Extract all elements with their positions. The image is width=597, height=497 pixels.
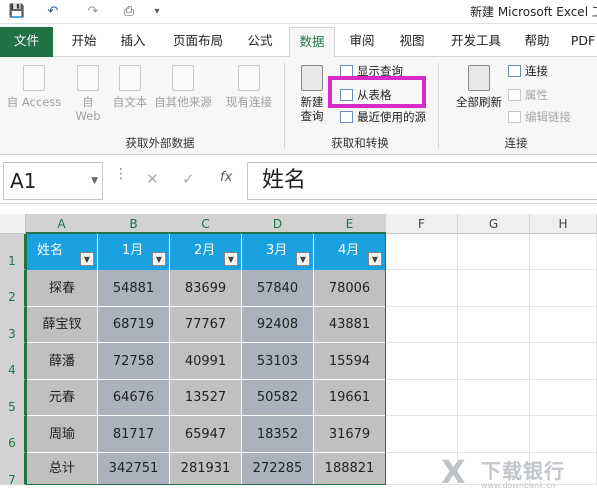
access-icon — [23, 65, 45, 91]
cell[interactable] — [458, 270, 530, 307]
text-file-icon — [119, 65, 141, 91]
tab-home[interactable]: 开始 — [62, 27, 106, 57]
cell[interactable] — [530, 270, 597, 307]
properties-button[interactable]: 属性 — [508, 87, 548, 103]
formula-bar: A1 ▼ ⋮ ✕ ✓ fx 姓名 — [0, 160, 597, 204]
tab-help[interactable]: 帮助 — [516, 27, 558, 57]
new-query-button[interactable]: 新建 查询 — [292, 65, 332, 123]
ribbon: 自 Access 自 Web 自文本 自其他来源 现有连接 获取外部数据 新建 … — [0, 57, 597, 155]
from-web-button[interactable]: 自 Web — [68, 65, 108, 123]
refresh-all-button[interactable]: 全部刷新 — [450, 65, 508, 109]
window-title: 新建 Microsoft Excel 工 — [470, 5, 597, 19]
connections-icon — [508, 65, 521, 77]
row-header-4[interactable]: 4 — [0, 343, 26, 380]
group-divider — [284, 63, 285, 149]
column-header-c[interactable]: C — [170, 214, 242, 234]
name-box[interactable]: A1 ▼ — [3, 162, 103, 200]
watermark: X 下载银行 www.downbank.cn — [437, 453, 597, 493]
cell[interactable] — [458, 234, 530, 270]
customize-qat-icon[interactable]: ▾ — [148, 3, 166, 20]
save-icon[interactable]: 💾 — [8, 3, 26, 20]
properties-icon — [508, 89, 521, 101]
column-header-e[interactable]: E — [314, 214, 386, 234]
tab-data[interactable]: 数据 — [289, 27, 335, 58]
row-header-2[interactable]: 2 — [0, 270, 26, 307]
column-header-f[interactable]: F — [386, 214, 458, 234]
from-text-button[interactable]: 自文本 — [108, 65, 152, 109]
cell[interactable] — [530, 416, 597, 453]
tab-formulas[interactable]: 公式 — [240, 27, 280, 57]
group-divider — [438, 63, 439, 149]
from-access-button[interactable]: 自 Access — [4, 65, 64, 109]
chevron-down-icon[interactable]: ▼ — [91, 163, 98, 199]
tab-view[interactable]: 视图 — [392, 27, 432, 57]
row-header-7[interactable]: 7 — [0, 453, 26, 487]
other-sources-icon — [172, 65, 194, 91]
edit-links-icon — [508, 111, 521, 123]
watermark-text: 下载银行 — [481, 459, 565, 483]
row-header-5[interactable]: 5 — [0, 380, 26, 416]
connections-button[interactable]: 连接 — [508, 63, 548, 79]
row-header-1[interactable]: 1 — [0, 234, 26, 270]
cell[interactable] — [458, 343, 530, 380]
get-external-data-group-label: 获取外部数据 — [125, 136, 195, 150]
tab-file[interactable]: 文件 — [0, 27, 53, 57]
recent-sources-icon — [340, 111, 353, 123]
existing-connections-button[interactable]: 现有连接 — [222, 65, 276, 109]
formula-input[interactable]: 姓名 — [247, 162, 597, 200]
column-header-a[interactable]: A — [26, 214, 98, 234]
title-bar: 💾 ↶ ↷ ⎙ ▾ 新建 Microsoft Excel 工 — [0, 0, 597, 24]
new-query-icon — [301, 65, 323, 91]
column-header-d[interactable]: D — [242, 214, 314, 234]
print-preview-icon[interactable]: ⎙ — [120, 3, 138, 20]
cell[interactable] — [530, 307, 597, 343]
from-table-highlight — [328, 76, 426, 108]
watermark-url: www.downbank.cn — [481, 481, 556, 490]
row-header-6[interactable]: 6 — [0, 416, 26, 453]
tab-insert[interactable]: 插入 — [110, 27, 156, 57]
get-transform-group-label: 获取和转换 — [331, 136, 389, 150]
row-header-3[interactable]: 3 — [0, 307, 26, 343]
column-header-g[interactable]: G — [458, 214, 530, 234]
tab-developer[interactable]: 开发工具 — [444, 27, 508, 57]
column-header-b[interactable]: B — [98, 214, 170, 234]
cell[interactable] — [386, 270, 458, 307]
function-icon[interactable]: fx — [220, 170, 232, 185]
cell[interactable] — [386, 380, 458, 416]
existing-connections-icon — [238, 65, 260, 91]
cell[interactable] — [458, 416, 530, 453]
cell[interactable] — [386, 343, 458, 380]
from-other-sources-button[interactable]: 自其他来源 — [150, 65, 216, 109]
undo-icon[interactable]: ↶ — [44, 3, 62, 20]
watermark-logo: X — [441, 453, 466, 491]
cell[interactable] — [386, 307, 458, 343]
more-icon: ⋮ — [114, 166, 128, 182]
connections-group-label: 连接 — [504, 136, 528, 150]
edit-links-button[interactable]: 编辑链接 — [508, 109, 571, 125]
ribbon-tabs: 文件 开始 插入 页面布局 公式 数据 审阅 视图 开发工具 帮助 PDF — [0, 27, 597, 58]
cell[interactable] — [386, 234, 458, 270]
refresh-icon — [468, 65, 490, 91]
cell[interactable] — [530, 343, 597, 380]
tab-page-layout[interactable]: 页面布局 — [165, 27, 231, 57]
web-icon — [77, 65, 99, 91]
column-header-h[interactable]: H — [530, 214, 597, 234]
select-all-corner[interactable] — [0, 214, 26, 234]
cell[interactable] — [458, 380, 530, 416]
tab-pdf[interactable]: PDF — [568, 27, 597, 57]
cell[interactable] — [530, 380, 597, 416]
cell[interactable] — [458, 307, 530, 343]
redo-icon[interactable]: ↷ — [84, 3, 102, 20]
cell[interactable] — [386, 416, 458, 453]
tab-review[interactable]: 审阅 — [342, 27, 382, 57]
selection-border — [26, 232, 386, 485]
recent-sources-button[interactable]: 最近使用的源 — [340, 109, 426, 125]
cancel-icon[interactable]: ✕ — [146, 170, 159, 188]
cell[interactable] — [530, 234, 597, 270]
enter-icon[interactable]: ✓ — [182, 170, 195, 188]
